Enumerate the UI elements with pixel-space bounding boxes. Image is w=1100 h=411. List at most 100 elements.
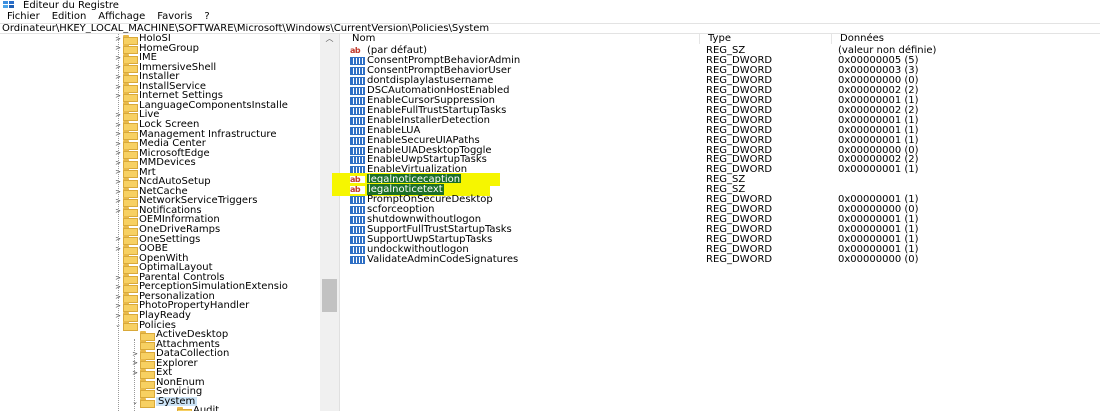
folder-icon [123,149,138,160]
tree-item[interactable]: ⌄ System [130,395,198,408]
chevron-down-icon[interactable]: ⌄ [130,398,140,406]
folder-icon [123,321,138,332]
folder-icon [123,225,138,236]
folder-icon [123,158,138,169]
folder-icon [140,359,155,370]
dword-value-icon [350,156,365,165]
folder-icon [123,120,138,131]
dword-value-icon [350,236,365,245]
folder-icon [140,369,155,379]
value-row[interactable]: ValidateAdminCodeSignatures REG_DWORD 0x00… [344,253,1100,265]
string-value-icon: ab [350,185,365,195]
dword-value-icon [350,66,365,75]
folder-icon [123,311,138,322]
folder-icon [123,92,138,103]
chevron-right-icon[interactable]: > [130,350,140,358]
folder-icon [123,63,138,74]
dword-value-icon [350,126,365,135]
tree-item[interactable]: > Lock Screen [113,118,200,131]
folder-icon [123,216,138,227]
dword-value-icon [350,196,365,205]
menu-fichier[interactable]: Fichier [0,11,46,23]
folder-icon [123,302,138,313]
column-header-name[interactable]: Nom [344,34,700,44]
column-header-type[interactable]: Type [700,34,832,44]
folder-icon [123,244,138,255]
chevron-right-icon[interactable]: > [130,359,140,367]
tree-scrollbar[interactable]: ︿ [320,34,339,411]
menu-affichage[interactable]: Affichage [92,11,151,23]
registry-editor-icon [3,1,17,10]
chevron-right-icon[interactable]: > [130,369,140,377]
folder-icon [140,330,155,341]
folder-icon [123,34,138,45]
folder-icon [140,378,155,389]
folder-icon [123,44,138,55]
folder-icon [123,283,138,294]
value-data: 0x00000000 (0) [838,253,919,265]
value-name: ValidateAdminCodeSignatures [367,253,714,265]
folder-icon [123,168,138,179]
folder-icon [140,397,155,408]
pane-splitter[interactable] [339,34,343,411]
folder-icon [123,111,138,122]
menu-help[interactable]: ? [198,11,215,23]
folder-icon [123,273,138,284]
scrollbar-thumb[interactable] [322,279,337,312]
tree-item[interactable]: Audit [167,406,219,411]
menu-bar: Fichier Edition Affichage Favoris ? [0,11,1100,23]
scroll-up-icon[interactable]: ︿ [320,34,339,44]
dword-value-icon [350,96,365,105]
dword-value-icon [350,56,365,65]
dword-value-icon [350,116,365,125]
dword-value-icon [350,246,365,254]
address-bar[interactable]: Ordinateur\HKEY_LOCAL_MACHINE\SOFTWARE\M… [0,23,1100,34]
window-title: Éditeur du Registre [23,0,119,11]
folder-icon [123,130,138,141]
folder-icon [177,407,192,411]
key-tree: > HoloSI > HomeGroup > IME > ImmersiveShell > Ins… [0,34,339,411]
dword-value-icon [350,216,365,225]
value-data: 0x00000001 (1) [838,164,919,176]
dword-value-icon [350,226,365,235]
column-header-data[interactable]: Données [832,34,1100,44]
folder-icon [140,349,155,360]
folder-icon [123,178,138,188]
dword-value-icon [350,86,365,95]
tree-item[interactable]: > PlayReady [113,309,191,322]
dword-value-icon [350,106,365,115]
key-tree-content: > HoloSI > HomeGroup > IME > ImmersiveShell > Ins… [0,34,320,411]
tree-item-label: System [156,395,198,407]
folder-icon [123,53,138,64]
title-bar: Éditeur du Registre [0,0,1100,11]
values-list: Nom Type Données ab (par défaut) REG_SZ (va… [332,34,1100,411]
tree-item-label: Lock Screen [139,118,200,130]
folder-icon [123,187,138,198]
value-name-text: ValidateAdminCodeSignatures [367,253,519,265]
tree-connector-line [134,339,135,411]
value-type: REG_DWORD [706,253,773,265]
dword-value-icon [350,146,365,155]
folder-icon [140,388,155,399]
string-value-icon: ab [350,46,365,55]
folder-icon [123,254,138,265]
dword-value-icon [350,255,365,264]
folder-icon [123,235,138,246]
folder-icon [123,82,138,93]
menu-favoris[interactable]: Favoris [151,11,198,23]
folder-icon [123,197,138,208]
tree-item-label: PlayReady [139,309,191,321]
folder-icon [140,340,155,351]
tree-connector-line [118,34,119,411]
menu-edition[interactable]: Edition [46,11,93,23]
folder-icon [123,101,138,112]
dword-value-icon [350,206,365,215]
dword-value-icon [350,76,365,85]
list-header: Nom Type Données [344,34,1100,44]
folder-icon [123,139,138,150]
tree-item-label: Audit [193,405,220,411]
folder-icon [123,206,138,217]
folder-icon [123,263,138,274]
folder-icon [123,292,138,303]
tree-item-label: LanguageComponentsInstalle [139,99,288,111]
